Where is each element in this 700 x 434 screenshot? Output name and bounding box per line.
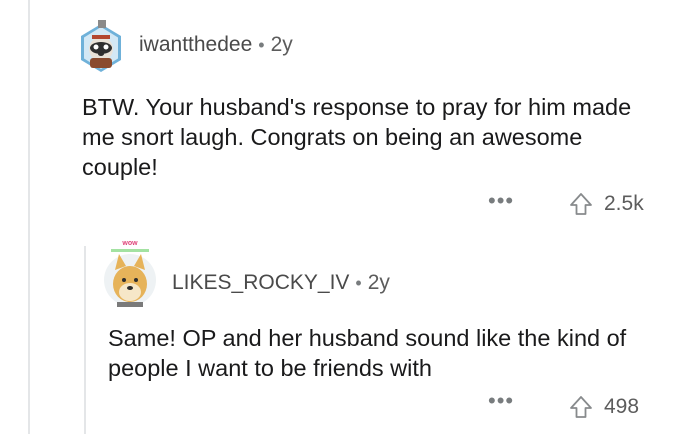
meta-separator: • [355,273,362,293]
reply-thread-line[interactable] [84,246,86,434]
username[interactable]: LIKES_ROCKY_IV [172,271,349,294]
username[interactable]: iwantthedee [139,33,252,56]
more-options-button[interactable]: ••• [488,190,514,212]
meta-separator: • [258,35,265,55]
upvote-count: 2.5k [604,192,644,215]
comment-age: 2y [367,271,390,294]
upvote-count: 498 [604,395,640,418]
vote-control: 2.5k [568,191,644,217]
upvote-arrow-icon[interactable] [568,394,594,420]
doge-avatar-icon[interactable]: wow [103,236,157,312]
more-options-button[interactable]: ••• [488,390,514,412]
avatar-caption: wow [121,240,138,247]
comment-text: Same! OP and her husband sound like the … [108,325,627,381]
comment-age: 2y [270,33,293,56]
upvote-arrow-icon[interactable] [568,191,594,217]
comment-text: BTW. Your husband's response to pray for… [82,94,632,180]
snoo-raccoon-avatar-icon[interactable] [78,18,124,76]
comment-meta: iwantthedee • 2y [139,33,293,57]
vote-control: 498 [568,394,639,420]
comment-meta: LIKES_ROCKY_IV • 2y [172,271,390,295]
thread-line[interactable] [28,0,30,434]
